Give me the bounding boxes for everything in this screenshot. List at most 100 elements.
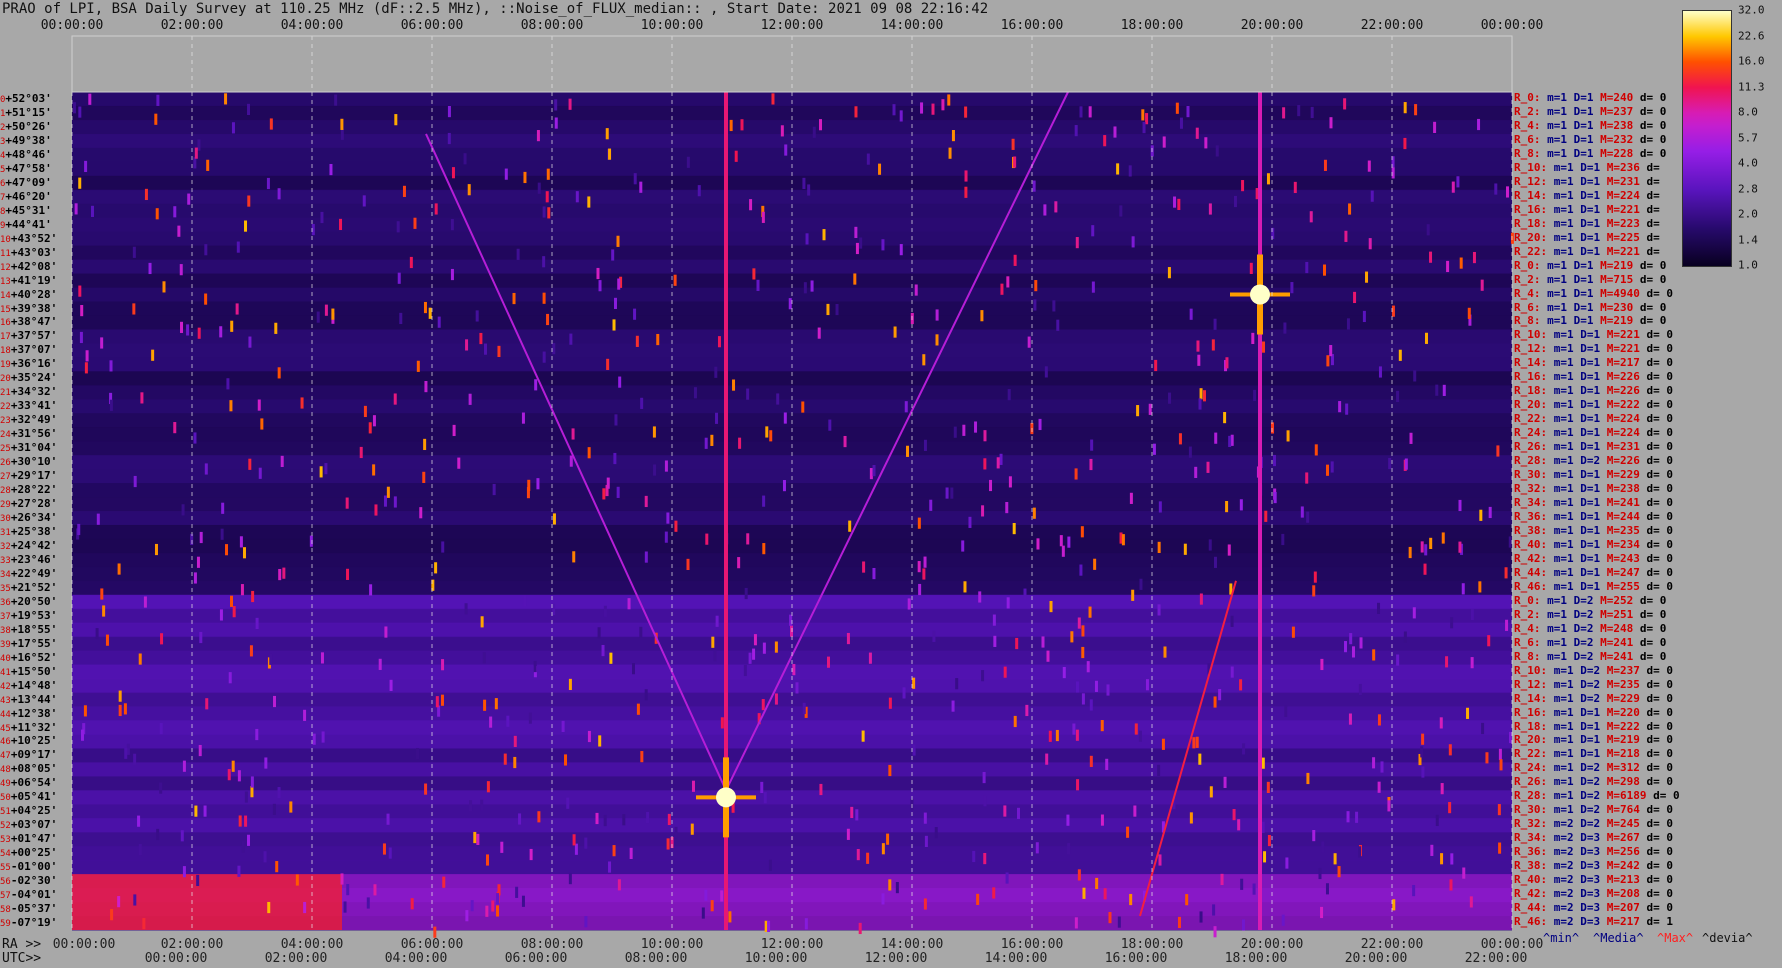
- noise-speckle: [931, 103, 935, 115]
- noise-speckle: [1117, 916, 1121, 928]
- noise-speckle: [1291, 626, 1295, 638]
- param-D: D=2: [1567, 649, 1594, 663]
- noise-speckle: [229, 400, 233, 412]
- low-dec-band-tail: [342, 874, 1512, 930]
- declination-index: 30: [0, 514, 11, 524]
- noise-speckle: [1157, 541, 1161, 553]
- noise-speckle: [715, 412, 719, 424]
- noise-speckle: [993, 635, 997, 647]
- noise-speckle: [846, 828, 850, 840]
- noise-speckle: [587, 196, 591, 208]
- declination-value: +48°46': [5, 147, 52, 161]
- parameter-row: R_22: m=1 D=1 M=221 d=: [1514, 245, 1660, 258]
- declination-index: 23: [0, 416, 11, 427]
- noise-speckle: [1470, 608, 1474, 621]
- param-D: D=1: [1567, 272, 1594, 286]
- noise-speckle: [260, 418, 264, 430]
- declination-value: +45°31': [5, 203, 52, 217]
- noise-speckle: [1195, 127, 1199, 139]
- declination-label: 21+34°32': [0, 386, 57, 399]
- parameter-row: R_20: m=1 D=1 M=225 d=: [1514, 231, 1660, 244]
- noise-speckle: [1372, 757, 1376, 769]
- noise-speckle: [992, 887, 996, 899]
- noise-speckle: [902, 687, 906, 699]
- noise-speckle: [132, 303, 136, 315]
- noise-speckle: [743, 664, 747, 677]
- noise-speckle: [416, 360, 420, 372]
- noise-speckle: [1267, 834, 1271, 847]
- receiver-id: R_12:: [1514, 342, 1548, 356]
- noise-speckle: [282, 567, 286, 579]
- declination-value: +50°26': [5, 119, 52, 133]
- noise-speckle: [948, 147, 952, 159]
- param-d: d= 0: [1639, 747, 1673, 761]
- parameter-row: R_22: m=1 D=1 M=218 d= 0: [1514, 747, 1673, 760]
- noise-speckle: [1421, 733, 1425, 745]
- colorbar: [1682, 10, 1732, 267]
- param-M: M=221: [1600, 244, 1640, 258]
- noise-speckle: [1189, 308, 1193, 320]
- noise-speckle: [324, 304, 328, 316]
- noise-speckle: [516, 248, 520, 260]
- parameter-row: R_26: m=1 D=1 M=231 d= 0: [1514, 440, 1673, 453]
- noise-speckle: [1478, 581, 1482, 593]
- noise-speckle: [1423, 563, 1427, 575]
- noise-speckle: [803, 282, 807, 294]
- param-m: m=1: [1547, 705, 1574, 719]
- param-d: d= 0: [1633, 621, 1667, 635]
- noise-speckle: [1329, 345, 1333, 357]
- noise-speckle: [856, 849, 860, 861]
- noise-speckle: [729, 119, 733, 132]
- utc-axis-tick: 06:00:00: [504, 951, 568, 966]
- noise-speckle: [601, 644, 605, 657]
- noise-speckle: [1185, 894, 1189, 906]
- noise-speckle: [1006, 276, 1010, 288]
- declination-index: 21: [0, 388, 11, 399]
- declination-value: +12°38': [10, 706, 58, 720]
- noise-speckle: [196, 874, 200, 887]
- noise-speckle: [1128, 165, 1132, 177]
- param-D: D=2: [1573, 691, 1601, 705]
- noise-speckle: [1321, 841, 1325, 853]
- noise-speckle: [480, 616, 484, 628]
- noise-speckle: [1445, 656, 1449, 668]
- noise-speckle: [340, 118, 344, 130]
- declination-value: +35°24': [10, 371, 58, 385]
- noise-speckle: [922, 568, 926, 580]
- param-D: D=1: [1567, 314, 1594, 328]
- noise-speckle: [784, 144, 788, 156]
- declination-label: 1+51°15': [0, 107, 52, 120]
- param-d: d= 0: [1639, 845, 1673, 859]
- noise-speckle: [776, 393, 780, 405]
- noise-speckle: [1023, 588, 1027, 600]
- param-m: m=2: [1547, 873, 1574, 887]
- noise-speckle: [752, 268, 756, 280]
- parameter-row: R_0: m=1 D=2 M=252 d= 0: [1514, 594, 1666, 607]
- noise-speckle: [720, 717, 724, 729]
- param-m: m=1: [1540, 593, 1567, 607]
- declination-value: +23°46': [10, 552, 58, 566]
- param-M: M=251: [1593, 607, 1634, 621]
- utc-axis-tick: 22:00:00: [1464, 951, 1528, 966]
- noise-speckle: [1345, 403, 1349, 415]
- param-M: M=241: [1593, 635, 1634, 649]
- noise-speckle: [817, 327, 821, 339]
- declination-index: 42: [0, 681, 11, 692]
- param-d: d= 0: [1639, 482, 1673, 496]
- declination-label: 24+31°56': [0, 428, 57, 441]
- declination-label: 48+08°05': [0, 763, 57, 776]
- receiver-id: R_36:: [1514, 510, 1548, 523]
- noise-speckle: [999, 453, 1003, 465]
- declination-label: 9+44°41': [0, 219, 52, 232]
- param-m: m=1: [1547, 551, 1574, 565]
- parameter-row: R_14: m=1 D=1 M=224 d=: [1514, 189, 1660, 202]
- noise-speckle: [1003, 666, 1007, 678]
- noise-speckle: [1094, 680, 1098, 692]
- declination-index: 57: [0, 891, 11, 902]
- param-d: d= 0: [1639, 551, 1673, 565]
- declination-index: 52: [0, 821, 11, 832]
- noise-speckle: [1469, 896, 1473, 908]
- param-M: M=267: [1600, 831, 1640, 845]
- noise-speckle: [236, 241, 240, 253]
- noise-speckle: [248, 336, 252, 348]
